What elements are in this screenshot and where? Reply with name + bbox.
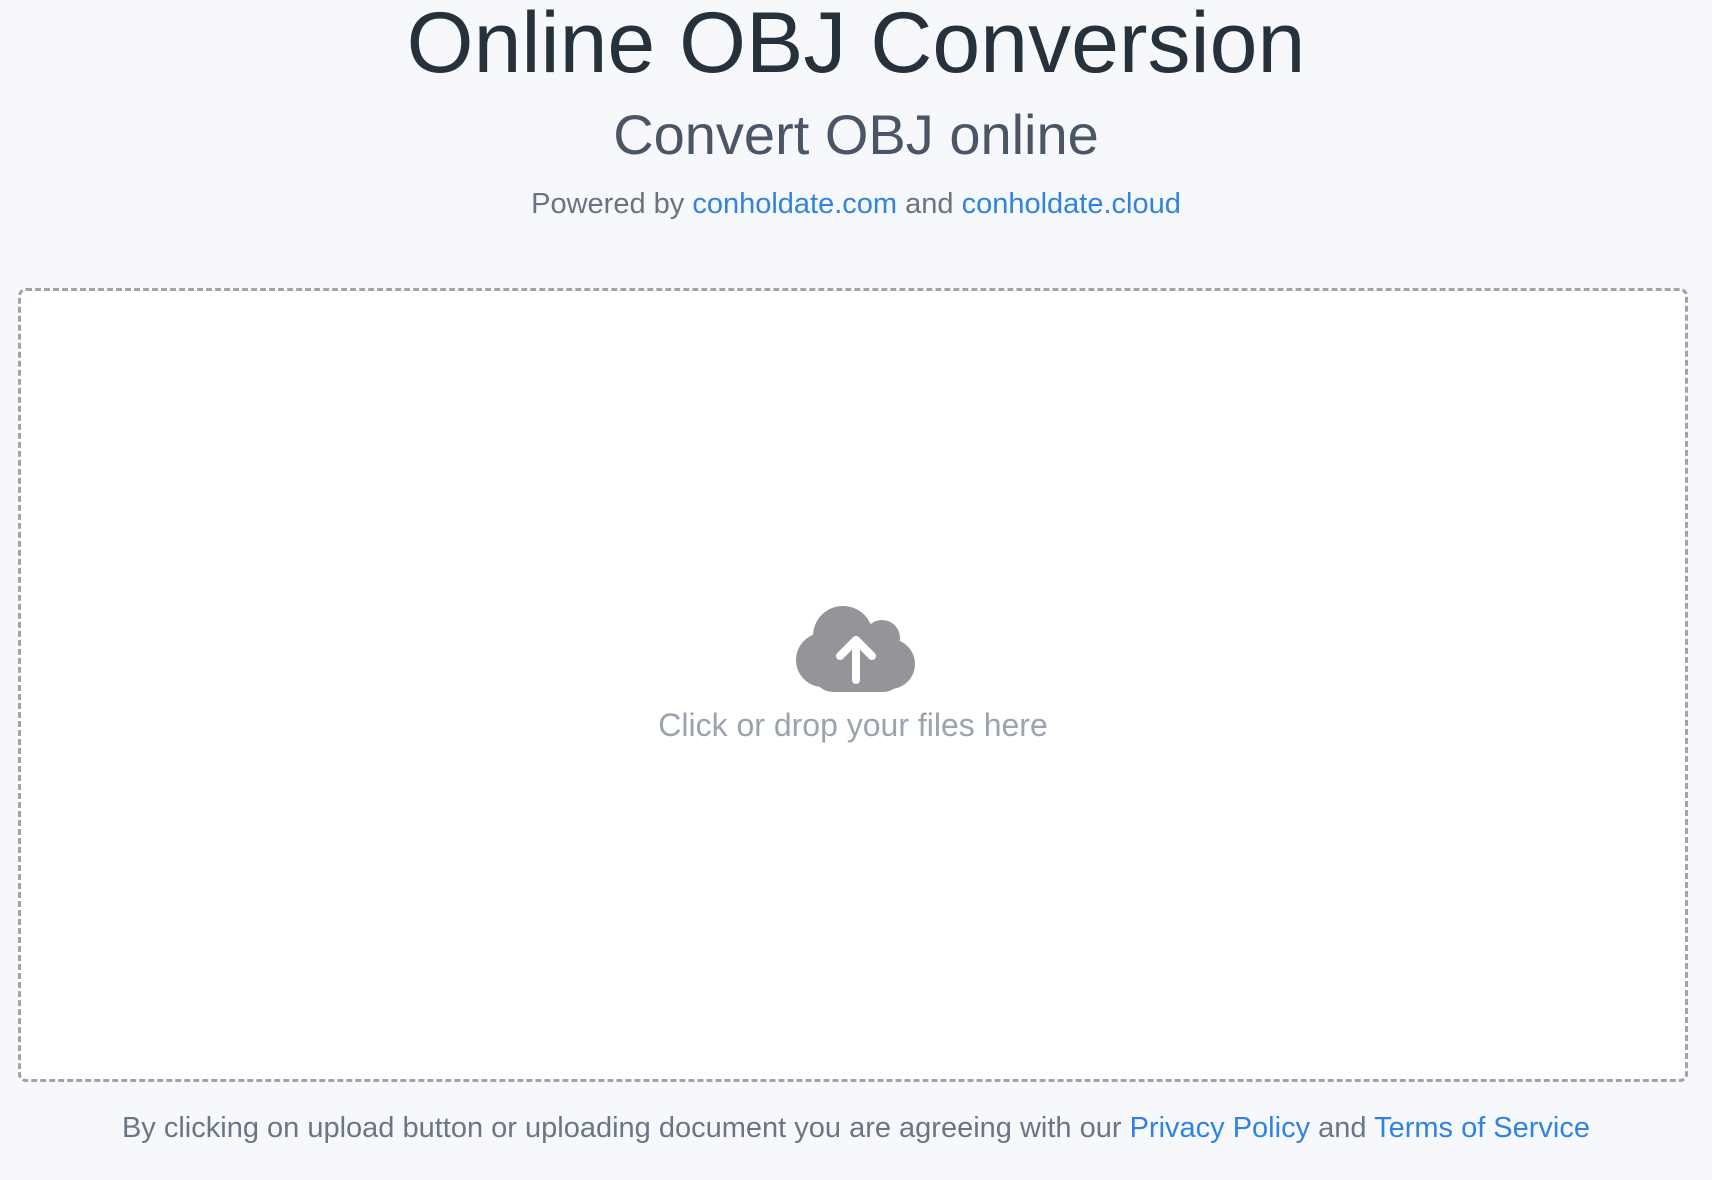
agreement-text: By clicking on upload button or uploadin… <box>0 1110 1712 1146</box>
drop-zone-label: Click or drop your files here <box>658 707 1048 743</box>
privacy-policy-link[interactable]: Privacy Policy <box>1130 1112 1311 1144</box>
terms-of-service-link[interactable]: Terms of Service <box>1374 1112 1590 1144</box>
powered-by-prefix: Powered by <box>531 188 693 220</box>
conholdate-com-link[interactable]: conholdate.com <box>692 188 897 220</box>
file-drop-zone[interactable]: Click or drop your files here <box>18 288 1688 1082</box>
cloud-upload-icon <box>796 606 915 692</box>
page-title: Online OBJ Conversion <box>406 0 1306 91</box>
page-subtitle: Convert OBJ online <box>613 103 1099 166</box>
agreement-prefix: By clicking on upload button or uploadin… <box>121 1112 1130 1144</box>
powered-by-and: and <box>897 188 962 220</box>
conholdate-cloud-link[interactable]: conholdate.cloud <box>962 188 1181 220</box>
powered-by: Powered by conholdate.com and conholdate… <box>0 186 1712 222</box>
agreement-and: and <box>1310 1112 1375 1144</box>
page: Online OBJ Conversion Convert OBJ online… <box>0 0 1712 1180</box>
